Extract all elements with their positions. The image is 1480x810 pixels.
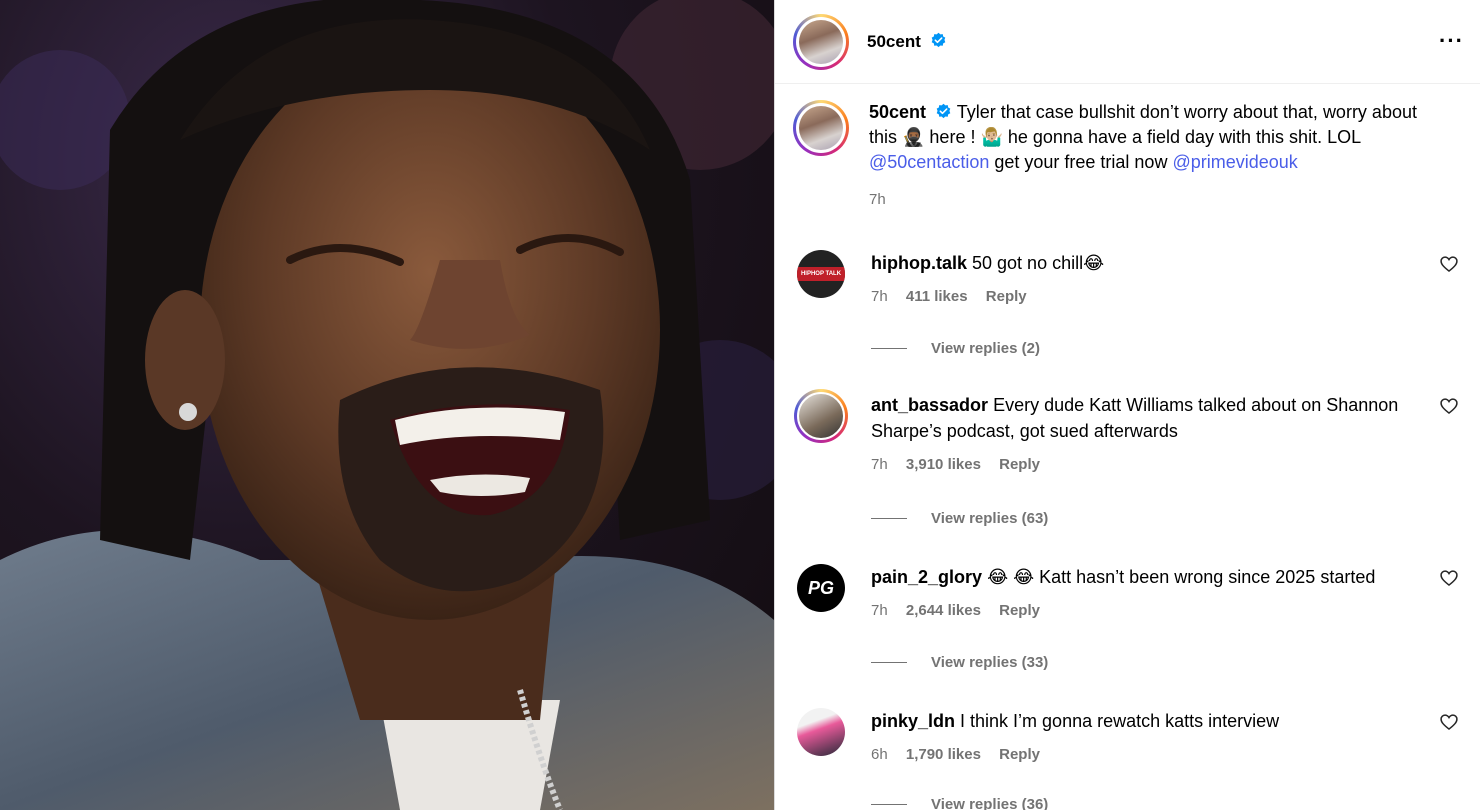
heart-icon[interactable]	[1439, 396, 1459, 416]
author-username[interactable]: 50cent	[867, 32, 947, 52]
commenter-avatar[interactable]	[794, 389, 848, 443]
comment-time[interactable]: 7h	[871, 456, 888, 473]
divider-line	[871, 518, 907, 519]
post-viewer: 50cent ··· 50cent Tyler that case bullsh…	[0, 0, 1480, 810]
commenter-avatar[interactable]	[797, 708, 845, 756]
caption-timestamp[interactable]: 7h	[869, 187, 1449, 212]
more-options-button[interactable]: ···	[1439, 28, 1464, 54]
heart-icon[interactable]	[1439, 712, 1459, 732]
author-avatar[interactable]	[793, 13, 849, 70]
view-replies-label: View replies (2)	[931, 340, 1040, 357]
comment-time[interactable]: 7h	[871, 602, 888, 619]
view-replies-button[interactable]: View replies (63)	[871, 510, 1048, 527]
divider-line	[871, 804, 907, 805]
view-replies-button[interactable]: View replies (2)	[871, 340, 1040, 357]
reply-button[interactable]: Reply	[999, 602, 1040, 619]
mention-link[interactable]: @50centaction	[869, 152, 989, 172]
post-image[interactable]	[0, 0, 774, 810]
post-caption: 50cent Tyler that case bullshit don’t wo…	[793, 100, 1463, 212]
comment-text: I think I’m gonna rewatch katts intervie…	[960, 711, 1280, 731]
hiphop-talk-logo: HIPHOP TALK	[797, 267, 845, 281]
view-replies-label: View replies (63)	[931, 510, 1049, 527]
comment-text: 😂 😂 Katt hasn’t been wrong since 2025 st…	[987, 567, 1376, 587]
comment-time[interactable]: 6h	[871, 746, 888, 763]
caption-text: Tyler that case bullshit don’t worry abo…	[869, 102, 1417, 147]
comment-likes[interactable]: 3,910 likes	[906, 456, 981, 473]
caption-username[interactable]: 50cent	[869, 102, 926, 122]
comment-time[interactable]: 7h	[871, 288, 888, 305]
comment-likes[interactable]: 2,644 likes	[906, 602, 981, 619]
post-header: 50cent ···	[775, 0, 1480, 84]
reply-button[interactable]: Reply	[999, 746, 1040, 763]
view-replies-button[interactable]: View replies (33)	[871, 654, 1048, 671]
verified-badge-icon	[931, 32, 945, 47]
caption-text: get your free trial now	[989, 152, 1173, 172]
comment-likes[interactable]: 411 likes	[906, 288, 968, 305]
heart-icon[interactable]	[1439, 568, 1459, 588]
mention-link[interactable]: @primevideouk	[1172, 152, 1297, 172]
comments-panel: 50cent ··· 50cent Tyler that case bullsh…	[774, 0, 1480, 810]
divider-line	[871, 662, 907, 663]
commenter-username[interactable]: pain_2_glory	[871, 567, 982, 587]
caption-author-avatar[interactable]	[793, 100, 849, 156]
commenter-avatar[interactable]: HIPHOP TALK	[797, 250, 845, 298]
heart-icon[interactable]	[1439, 254, 1459, 274]
comment-likes[interactable]: 1,790 likes	[906, 746, 981, 763]
view-replies-label: View replies (36)	[931, 796, 1049, 810]
reply-button[interactable]: Reply	[999, 456, 1040, 473]
view-replies-label: View replies (33)	[931, 654, 1049, 671]
commenter-avatar[interactable]: PG	[797, 564, 845, 612]
divider-line	[871, 348, 907, 349]
commenter-username[interactable]: pinky_ldn	[871, 711, 955, 731]
verified-badge-icon	[936, 103, 951, 119]
commenter-username[interactable]: ant_bassador	[871, 395, 988, 415]
laughing-man-illustration	[0, 0, 774, 810]
view-replies-button[interactable]: View replies (36)	[871, 796, 1048, 810]
reply-button[interactable]: Reply	[986, 288, 1027, 305]
comment-text: 50 got no chill😂	[972, 253, 1105, 273]
pain-2-glory-logo: PG	[807, 577, 834, 598]
commenter-username[interactable]: hiphop.talk	[871, 253, 967, 273]
